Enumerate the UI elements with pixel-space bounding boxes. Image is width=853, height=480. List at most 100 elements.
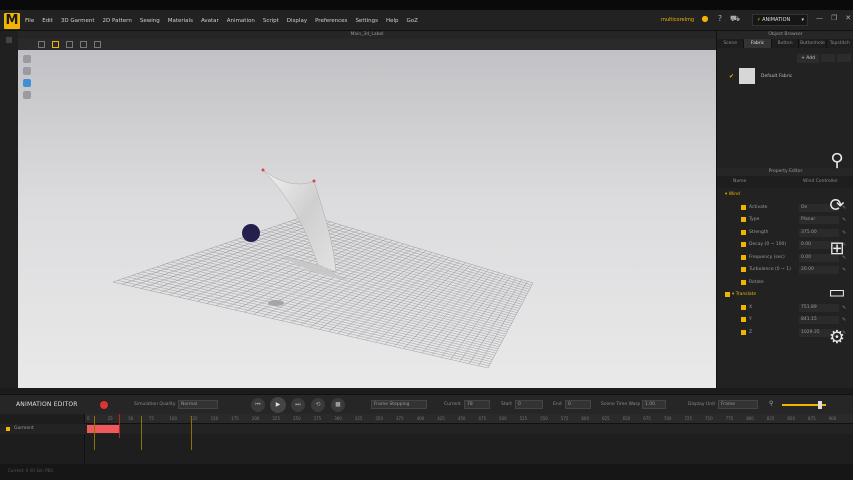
delete-button[interactable] (837, 54, 851, 62)
tab-fabric[interactable]: Fabric (744, 39, 772, 48)
garment-cloth[interactable] (262, 169, 337, 273)
property-checkbox[interactable] (741, 254, 746, 260)
property-checkbox[interactable] (741, 317, 746, 322)
panel-toggle-icon[interactable] (6, 37, 12, 43)
rewind-button[interactable]: ⏮ (251, 398, 265, 412)
property-checkbox[interactable] (741, 267, 746, 272)
property-checkbox[interactable] (741, 242, 746, 247)
timeline-area[interactable] (85, 434, 853, 464)
display-unit-select[interactable]: Frame (718, 400, 758, 409)
minimize-icon[interactable]: — (816, 14, 823, 22)
view-tool-icon[interactable] (23, 67, 31, 75)
keyframe-marker[interactable] (141, 416, 142, 450)
menu-item-sewing[interactable]: Sewing (140, 18, 160, 24)
property-value[interactable]: 20.00 (799, 266, 839, 274)
menu-item-avatar[interactable]: Avatar (201, 18, 219, 24)
property-checkbox[interactable] (741, 217, 746, 222)
ruler-tick: 725 (684, 416, 693, 421)
keyframe-marker[interactable] (94, 416, 95, 450)
add-button[interactable]: + Add (797, 53, 819, 63)
sync-icon[interactable]: ⟳ (826, 195, 848, 217)
property-value[interactable]: 751.89 (799, 303, 839, 312)
tab-buttonhole[interactable]: Buttonhole (799, 39, 827, 48)
menu-item-help[interactable]: Help (386, 18, 399, 24)
device-icon[interactable]: ▭ (826, 282, 848, 304)
wind-controller-sphere[interactable] (242, 224, 260, 242)
track-row-garment[interactable]: Garment (0, 424, 853, 434)
3d-viewport[interactable] (18, 50, 716, 388)
gear-icon[interactable]: ⚙ (826, 327, 848, 349)
menu-item-display[interactable]: Display (287, 18, 307, 24)
play-button[interactable]: ▶ (270, 397, 286, 413)
move-tool-icon[interactable] (66, 41, 73, 48)
property-row[interactable]: Turbulence (0 ~ 1) 20.00 ✎ (717, 264, 853, 276)
view-tool-icon[interactable] (23, 91, 31, 99)
zoom-handle[interactable] (818, 401, 822, 409)
restore-icon[interactable]: ❐ (831, 14, 837, 22)
menu-item-animation[interactable]: Animation (227, 18, 255, 24)
property-checkbox[interactable] (741, 304, 746, 310)
property-value[interactable]: 375.00 (799, 228, 839, 237)
mode-selector[interactable]: ⚡ ANIMATION ▾ (752, 14, 808, 26)
property-row[interactable]: Strength 375.00 ✎ (717, 227, 853, 239)
menu-item-preferences[interactable]: Preferences (315, 18, 347, 24)
menu-item-materials[interactable]: Materials (168, 18, 193, 24)
help-icon[interactable]: ? (715, 14, 725, 24)
garment-clip[interactable] (87, 425, 119, 433)
edit-icon[interactable]: ✎ (842, 264, 846, 276)
sim-quality-select[interactable]: Normal (178, 400, 218, 409)
loop-button[interactable]: ⟲ (311, 398, 325, 412)
forward-button[interactable]: ⏭ (291, 398, 305, 412)
brush-tool-icon[interactable] (94, 41, 101, 48)
tab-button[interactable]: Button (772, 39, 800, 48)
workspace-label[interactable]: multicorelmg (661, 17, 694, 23)
menu-item-3d-garment[interactable]: 3D Garment (61, 18, 95, 24)
record-button[interactable] (100, 401, 108, 409)
search-icon[interactable]: ⚲ (826, 150, 848, 172)
pin-point[interactable] (261, 168, 265, 172)
ruler-tick: 275 (313, 416, 322, 421)
windows-icon[interactable]: ⊞ (826, 238, 848, 260)
menu-item-script[interactable]: Script (263, 18, 279, 24)
menu-item-goz[interactable]: GoZ (407, 18, 418, 24)
user-icon[interactable]: ● (700, 14, 710, 24)
menu-item-edit[interactable]: Edit (42, 18, 53, 24)
end-input[interactable]: 0 (565, 400, 591, 409)
property-value[interactable]: 841.15 (799, 316, 839, 324)
menu-item-2d-pattern[interactable]: 2D Pattern (103, 18, 132, 24)
property-checkbox[interactable] (741, 229, 746, 235)
transform-tool-icon[interactable] (52, 41, 59, 48)
playhead[interactable] (119, 414, 120, 438)
scene-time-input[interactable]: 1.00 (642, 400, 666, 409)
status-text: Current: 0 (0) Sel: PBG (8, 468, 54, 473)
gizmo-tool-icon[interactable] (80, 41, 87, 48)
property-value[interactable]: Planar (799, 216, 839, 224)
fabric-list-item[interactable]: ✔ Default Fabric (729, 67, 839, 85)
stop-button[interactable]: ■ (331, 398, 345, 412)
track-name: Garment (14, 426, 34, 431)
current-input[interactable]: 78 (464, 400, 490, 409)
close-icon[interactable]: ✕ (845, 14, 851, 22)
copy-button[interactable] (821, 54, 835, 62)
select-tool-icon[interactable] (38, 41, 45, 48)
tab-topstitch[interactable]: Topstitch (827, 39, 853, 48)
menu-item-file[interactable]: File (25, 18, 34, 24)
keyframe-marker[interactable] (191, 416, 192, 450)
pin-point[interactable] (312, 179, 316, 183)
menu-item-settings[interactable]: Settings (355, 18, 378, 24)
section-checkbox[interactable] (725, 292, 730, 297)
tab-scene[interactable]: Scene (717, 39, 745, 48)
cart-icon[interactable]: ⛟ (730, 14, 740, 24)
view-tool-icon[interactable] (23, 55, 31, 63)
property-checkbox[interactable] (741, 279, 746, 285)
start-input[interactable]: 0 (515, 400, 543, 409)
frame-mode-select[interactable]: Frame Stepping (371, 400, 427, 409)
property-checkbox[interactable] (741, 204, 746, 210)
edit-icon[interactable]: ✎ (842, 227, 846, 239)
viewport-tab-title[interactable]: Main_3d_Label (18, 31, 716, 39)
property-row[interactable]: Y 841.15 ✎ (717, 314, 853, 326)
property-checkbox[interactable] (741, 329, 746, 335)
view-tool-icon[interactable] (23, 79, 31, 87)
timeline-ruler[interactable]: 0 25 50 75 100 125 150 175 200 225 250 275 300 325 350… (85, 414, 853, 424)
edit-icon[interactable]: ✎ (842, 314, 846, 326)
